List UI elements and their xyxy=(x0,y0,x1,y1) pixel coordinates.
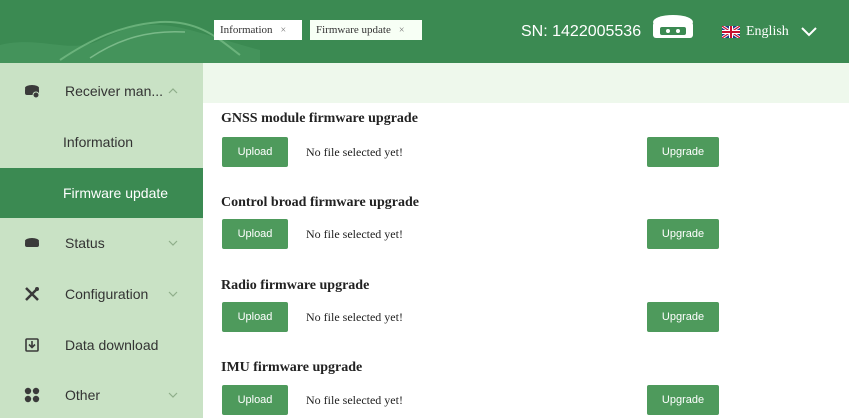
sidebar-item-label: Other xyxy=(65,387,101,403)
gnss-file-status: No file selected yet! xyxy=(306,145,403,159)
serial-number: SN: 1422005536 xyxy=(521,23,642,40)
tools-icon xyxy=(22,284,42,304)
chevron-down-icon xyxy=(168,240,178,246)
uk-flag-icon xyxy=(722,26,740,38)
imu-file-status: No file selected yet! xyxy=(306,393,403,407)
sidebar-item-label: Information xyxy=(63,134,134,150)
sidebar-item-other[interactable]: Other xyxy=(0,370,203,420)
sidebar-item-receiver-management[interactable]: Receiver man... xyxy=(0,66,203,116)
receiver-device-icon xyxy=(653,15,693,38)
sidebar-item-label: Configuration xyxy=(65,286,149,302)
radio-file-status: No file selected yet! xyxy=(306,310,403,324)
sidebar-item-configuration[interactable]: Configuration xyxy=(0,269,203,319)
language-label: English xyxy=(746,24,789,39)
radio-upgrade-button[interactable]: Upgrade xyxy=(647,302,719,332)
control-board-upload-button[interactable]: Upload xyxy=(222,219,288,249)
sidebar-item-label: Data download xyxy=(65,337,159,353)
imu-upload-button[interactable]: Upload xyxy=(222,385,288,415)
language-selector[interactable]: English xyxy=(722,24,817,40)
tab-bar xyxy=(203,63,849,103)
sidebar-item-label: Firmware update xyxy=(63,185,169,201)
radio-section-title: Radio firmware upgrade xyxy=(221,278,370,293)
sidebar-item-data-download[interactable]: Data download xyxy=(0,320,203,370)
imu-section-title: IMU firmware upgrade xyxy=(221,360,363,375)
download-icon xyxy=(22,335,42,355)
gnss-upgrade-button[interactable]: Upgrade xyxy=(647,137,719,167)
sidebar-item-label: Receiver man... xyxy=(65,83,164,99)
chevron-down-icon xyxy=(168,291,178,297)
status-icon xyxy=(22,233,42,253)
receiver-icon xyxy=(22,81,42,101)
chevron-down-icon xyxy=(801,27,817,37)
tab-firmware-update[interactable]: Firmware update × xyxy=(310,20,422,40)
sidebar-item-information[interactable]: Information xyxy=(0,117,203,167)
top-header: SN: 1422005536 English xyxy=(0,0,849,63)
control-board-section-title: Control broad firmware upgrade xyxy=(221,195,419,210)
chevron-down-icon xyxy=(168,392,178,398)
gnss-upload-button[interactable]: Upload xyxy=(222,137,288,167)
sidebar-item-status[interactable]: Status xyxy=(0,218,203,268)
sidebar-item-label: Status xyxy=(65,235,105,251)
control-board-file-status: No file selected yet! xyxy=(306,227,403,241)
tab-label: Firmware update xyxy=(316,24,391,36)
tab-information[interactable]: Information × xyxy=(214,20,302,40)
grid-icon xyxy=(22,385,42,405)
imu-upgrade-button[interactable]: Upgrade xyxy=(647,385,719,415)
close-icon[interactable]: × xyxy=(281,25,287,36)
sidebar-item-firmware-update[interactable]: Firmware update xyxy=(0,168,203,218)
chevron-up-icon xyxy=(168,88,178,94)
radio-upload-button[interactable]: Upload xyxy=(222,302,288,332)
close-icon[interactable]: × xyxy=(399,25,405,36)
tab-label: Information xyxy=(220,24,273,36)
control-board-upgrade-button[interactable]: Upgrade xyxy=(647,219,719,249)
gnss-section-title: GNSS module firmware upgrade xyxy=(221,111,418,126)
